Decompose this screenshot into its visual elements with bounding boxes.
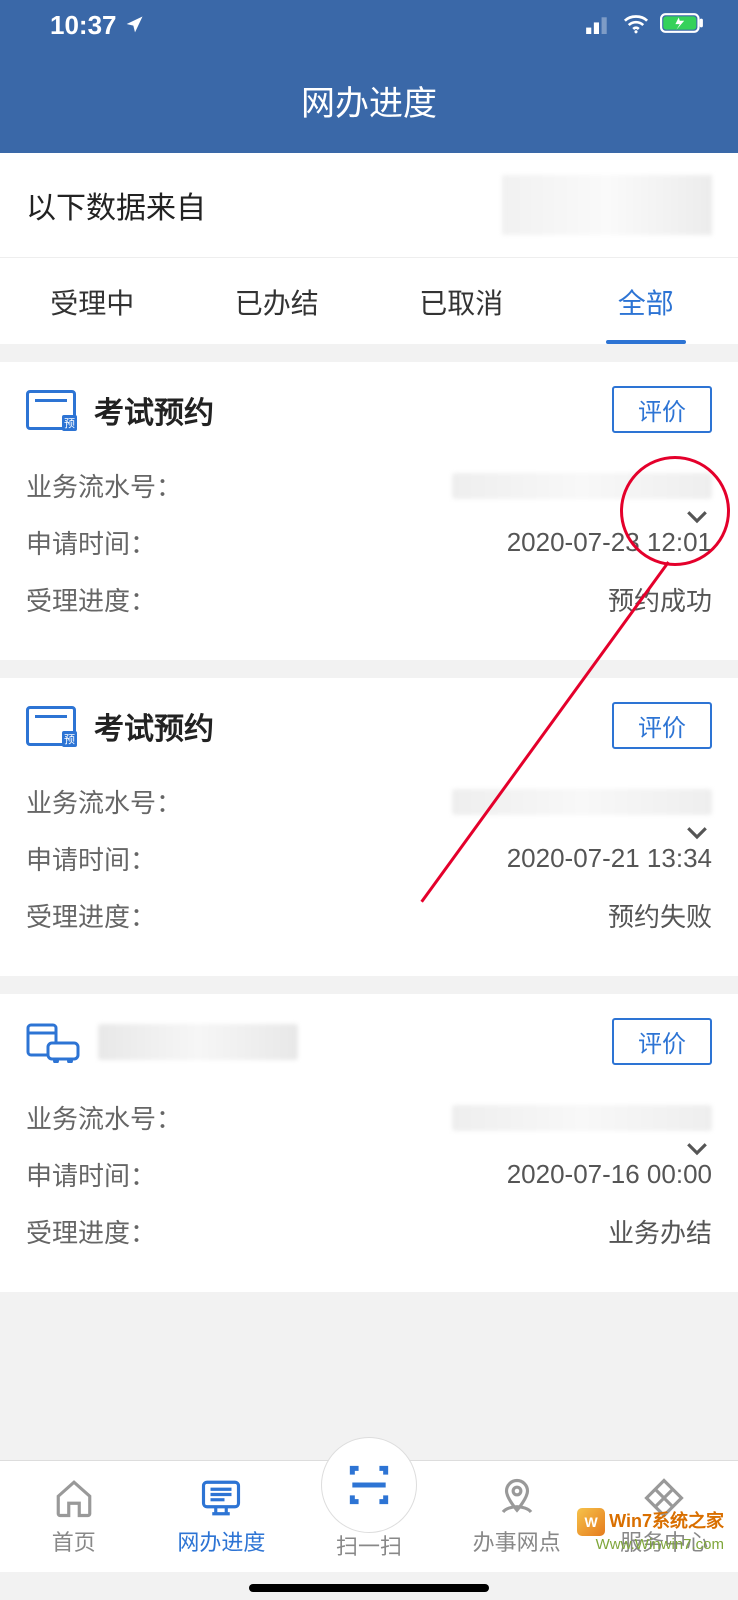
- page-title: 网办进度: [0, 50, 738, 153]
- tab-completed[interactable]: 已办结: [185, 258, 370, 344]
- tab-cancelled[interactable]: 已取消: [369, 258, 554, 344]
- serial-value-redacted: [452, 473, 712, 499]
- progress-value: 预约成功: [608, 581, 712, 618]
- serial-value-redacted: [452, 1105, 712, 1131]
- nav-label: 扫一扫: [336, 1529, 402, 1561]
- status-time: 10:37: [50, 10, 117, 41]
- nav-home[interactable]: 首页: [0, 1477, 148, 1557]
- nav-service[interactable]: 服务中心: [590, 1477, 738, 1557]
- serial-label: 业务流水号：: [26, 783, 182, 820]
- nav-label: 服务中心: [620, 1525, 708, 1557]
- review-button[interactable]: 评价: [612, 702, 712, 749]
- progress-value: 业务办结: [608, 1213, 712, 1250]
- tab-all[interactable]: 全部: [554, 258, 738, 344]
- data-source-row: 以下数据来自: [0, 153, 738, 257]
- record-card[interactable]: 考试预约 评价 业务流水号： 申请时间： 2020-07-23 12:01 受理…: [0, 362, 738, 660]
- nav-locations[interactable]: 办事网点: [443, 1477, 591, 1557]
- form-icon: [26, 706, 76, 746]
- filter-tabs: 受理中 已办结 已取消 全部: [0, 257, 738, 344]
- nav-label: 网办进度: [177, 1525, 265, 1557]
- diamond-icon: [643, 1477, 685, 1519]
- apply-time-value: 2020-07-21 13:34: [507, 843, 712, 874]
- wifi-icon: [622, 10, 650, 41]
- progress-monitor-icon: [200, 1477, 242, 1519]
- progress-label: 受理进度：: [26, 1213, 156, 1250]
- signal-icon: [586, 10, 612, 41]
- apply-time-value: 2020-07-16 00:00: [507, 1159, 712, 1190]
- serial-label: 业务流水号：: [26, 467, 182, 504]
- record-title: 考试预约: [94, 704, 214, 748]
- apply-time-value: 2020-07-23 12:01: [507, 527, 712, 558]
- home-icon: [53, 1477, 95, 1519]
- nav-scan[interactable]: 扫一扫: [295, 1473, 443, 1561]
- record-title: 考试预约: [94, 388, 214, 432]
- progress-label: 受理进度：: [26, 897, 156, 934]
- status-bar: 10:37: [0, 0, 738, 50]
- record-card[interactable]: 考试预约 评价 业务流水号： 申请时间： 2020-07-21 13:34 受理…: [0, 678, 738, 976]
- scan-icon: [344, 1460, 394, 1510]
- progress-label: 受理进度：: [26, 581, 156, 618]
- nav-label: 首页: [52, 1525, 96, 1557]
- nav-label: 办事网点: [473, 1525, 561, 1557]
- location-pin-icon: [496, 1477, 538, 1519]
- apply-time-label: 申请时间：: [26, 1156, 156, 1193]
- chevron-down-icon[interactable]: [682, 817, 712, 847]
- home-indicator: [249, 1584, 489, 1592]
- chevron-down-icon[interactable]: [682, 501, 712, 531]
- scan-button[interactable]: [321, 1437, 417, 1533]
- nav-progress[interactable]: 网办进度: [148, 1477, 296, 1557]
- apply-time-label: 申请时间：: [26, 524, 156, 561]
- data-source-value-redacted: [502, 175, 712, 235]
- form-icon: [26, 390, 76, 430]
- review-button[interactable]: 评价: [612, 386, 712, 433]
- battery-icon: [660, 10, 704, 41]
- chevron-down-icon[interactable]: [682, 1133, 712, 1163]
- location-icon: [125, 10, 145, 41]
- apply-time-label: 申请时间：: [26, 840, 156, 877]
- tab-processing[interactable]: 受理中: [0, 258, 185, 344]
- bottom-nav: 首页 网办进度 扫一扫 办事网点 服务中心: [0, 1460, 738, 1572]
- data-source-label: 以下数据来自: [26, 183, 206, 227]
- car-calendar-icon: [26, 1021, 80, 1063]
- review-button[interactable]: 评价: [612, 1018, 712, 1065]
- record-list: 考试预约 评价 业务流水号： 申请时间： 2020-07-23 12:01 受理…: [0, 362, 738, 1292]
- serial-value-redacted: [452, 789, 712, 815]
- progress-value: 预约失败: [608, 897, 712, 934]
- record-card[interactable]: 评价 业务流水号： 申请时间： 2020-07-16 00:00 受理进度： 业…: [0, 994, 738, 1292]
- serial-label: 业务流水号：: [26, 1099, 182, 1136]
- record-title-redacted: [98, 1024, 298, 1060]
